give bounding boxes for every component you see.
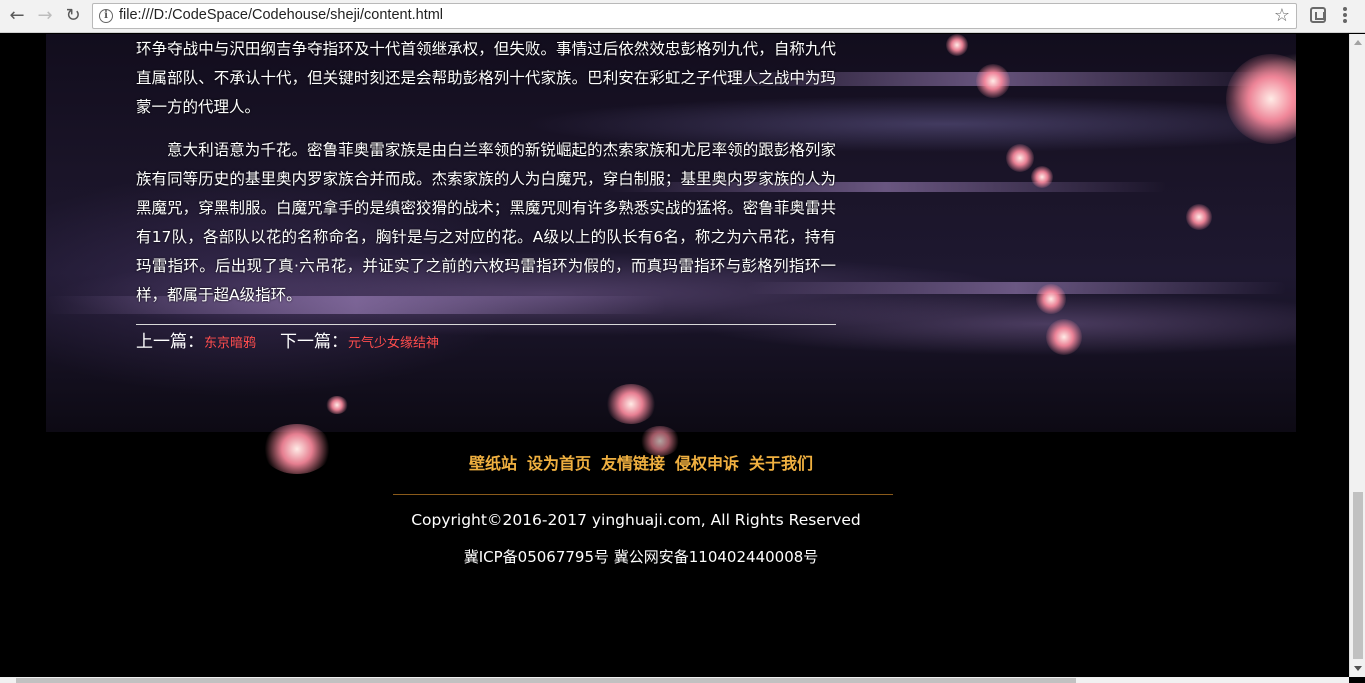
footer-link-infringement[interactable]: 侵权申诉 [675,450,739,474]
article-body: 环争夺战中与沢田纲吉争夺指环及十代首领继承权，但失败。事情过后依然效忠彭格列九代… [136,34,836,352]
forward-icon[interactable]: → [33,5,57,27]
petal [1006,144,1034,172]
vertical-scrollbar[interactable] [1349,34,1365,677]
petal [606,384,656,424]
info-icon[interactable]: i [99,9,113,23]
page-viewport: 环争夺战中与沢田纲吉争夺指环及十代首领继承权，但失败。事情过后依然效忠彭格列九代… [0,34,1348,677]
reload-icon[interactable]: ↻ [61,5,85,27]
menu-icon[interactable] [1343,7,1347,25]
horizontal-scrollbar[interactable] [0,677,1349,683]
article-paragraph: 意大利语意为千花。密鲁菲奥雷家族是由白兰率领的新锐崛起的杰索家族和尤尼率领的跟彭… [136,141,836,304]
scroll-down-icon[interactable] [1354,666,1362,671]
footer-link-wallpaper[interactable]: 壁纸站 [469,450,517,474]
petal [1036,284,1066,314]
petal [326,396,348,414]
footer-link-set-homepage[interactable]: 设为首页 [527,450,591,474]
address-bar[interactable]: i file:///D:/CodeSpace/Codehouse/sheji/c… [92,3,1297,29]
bookmark-star-icon[interactable]: ☆ [1274,5,1290,27]
article-paragraph: 环争夺战中与沢田纲吉争夺指环及十代首领继承权，但失败。事情过后依然效忠彭格列九代… [136,40,836,116]
petal [1226,54,1296,144]
browser-toolbar: ← → ↻ i file:///D:/CodeSpace/Codehouse/s… [0,0,1365,33]
back-icon[interactable]: ← [5,5,29,27]
footer-link-friend-links[interactable]: 友情链接 [601,450,665,474]
petal [1186,204,1212,230]
petal [976,64,1010,98]
petal [1046,319,1082,355]
scrollbar-thumb[interactable] [1353,492,1363,659]
footer-link-about[interactable]: 关于我们 [749,450,813,474]
article-pager: 上一篇：东京暗鸦 下一篇：元气少女缘结神 [136,324,836,360]
next-article-link[interactable]: 元气少女缘结神 [348,336,439,351]
icp-text: 冀ICP备05067795号 冀公网安备110402440008号 [463,548,819,566]
horizontal-scrollbar-thumb[interactable] [16,678,1076,683]
prev-label: 上一篇： [136,332,204,352]
footer-divider [393,494,893,495]
footer-nav: 壁纸站 设为首页 友情链接 侵权申诉 关于我们 [0,450,1282,474]
prev-article-link[interactable]: 东京暗鸦 [204,336,256,351]
url-text[interactable]: file:///D:/CodeSpace/Codehouse/sheji/con… [119,7,443,23]
petal [1031,166,1053,188]
scroll-up-icon[interactable] [1354,40,1362,45]
copyright-text: Copyright©2016-2017 yinghuaji.com, All R… [411,511,861,529]
next-label: 下一篇： [280,332,349,352]
petal [946,34,968,56]
extension-icon[interactable] [1310,7,1326,23]
